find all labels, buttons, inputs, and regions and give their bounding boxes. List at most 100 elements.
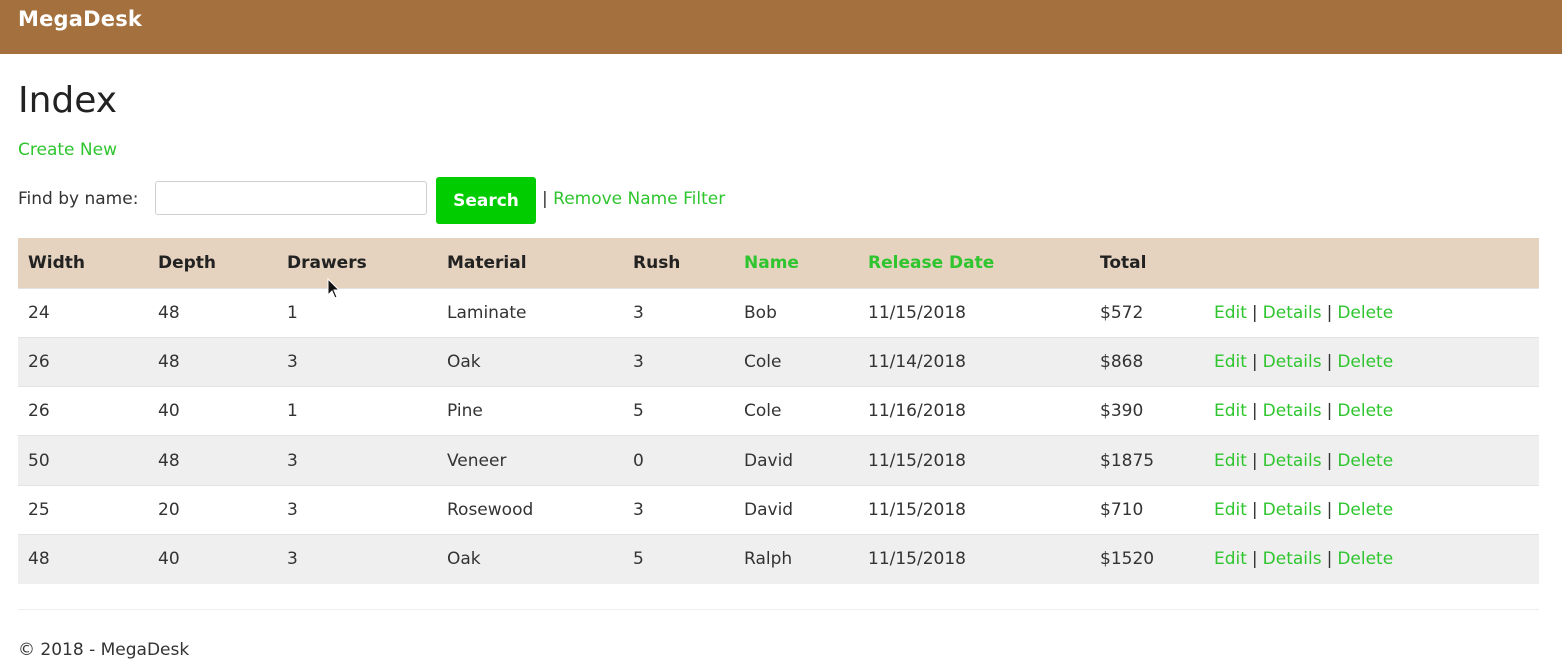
- search-button[interactable]: Search: [436, 177, 536, 224]
- cell-width: 26: [28, 401, 50, 422]
- action-separator: |: [1326, 302, 1333, 323]
- row-actions: Edit | Details | Delete: [1204, 485, 1539, 534]
- action-separator: |: [1326, 401, 1333, 422]
- column-header-name[interactable]: Name: [734, 238, 858, 288]
- cell-depth: 40: [158, 549, 180, 570]
- cell-release-date: 11/14/2018: [868, 351, 966, 372]
- column-header-release-date[interactable]: Release Date: [858, 238, 1090, 288]
- cell-name: Bob: [744, 302, 777, 323]
- action-separator: |: [1326, 450, 1333, 471]
- page-title: Index: [18, 80, 118, 121]
- action-separator: |: [1251, 450, 1258, 471]
- cell-depth: 40: [158, 401, 180, 422]
- row-actions: Edit | Details | Delete: [1204, 436, 1539, 485]
- row-actions: Edit | Details | Delete: [1204, 387, 1539, 436]
- delete-link[interactable]: Delete: [1337, 549, 1393, 569]
- edit-link[interactable]: Edit: [1214, 549, 1247, 569]
- cell-rush: 5: [633, 401, 644, 422]
- cell-depth: 20: [158, 499, 180, 520]
- cell-total: $1875: [1100, 450, 1155, 471]
- cell-width: 48: [28, 549, 50, 570]
- brand-link[interactable]: MegaDesk: [18, 7, 142, 31]
- column-header-actions: [1204, 238, 1539, 288]
- details-link[interactable]: Details: [1263, 401, 1322, 421]
- edit-link[interactable]: Edit: [1214, 303, 1247, 323]
- action-separator: |: [1251, 499, 1258, 520]
- column-header-width: Width: [28, 252, 85, 273]
- footer-text: © 2018 - MegaDesk: [18, 640, 190, 660]
- details-link[interactable]: Details: [1263, 352, 1322, 372]
- table-row: 25 20 3 Rosewood 3 David 11/15/2018 $710 Edit | De…: [18, 485, 1539, 534]
- cell-total: $390: [1100, 401, 1144, 422]
- cell-drawers: 3: [287, 450, 298, 471]
- action-separator: |: [1251, 549, 1258, 570]
- cell-rush: 3: [633, 499, 644, 520]
- cell-material: Pine: [447, 401, 483, 422]
- table-row: 50 48 3 Veneer 0 David 11/15/2018 $1875 Edit | Det…: [18, 435, 1539, 486]
- cell-name: Cole: [744, 401, 782, 422]
- cell-rush: 0: [633, 450, 644, 471]
- cell-drawers: 3: [287, 351, 298, 372]
- cell-release-date: 11/15/2018: [868, 499, 966, 520]
- cell-total: $868: [1100, 351, 1144, 372]
- remove-filter-group: | Remove Name Filter: [542, 189, 725, 209]
- delete-link[interactable]: Delete: [1337, 303, 1393, 323]
- search-name-input[interactable]: [155, 181, 427, 215]
- cell-depth: 48: [158, 450, 180, 471]
- cell-depth: 48: [158, 351, 180, 372]
- action-separator: |: [1251, 351, 1258, 372]
- cell-name: David: [744, 450, 794, 471]
- cell-release-date: 11/15/2018: [868, 549, 966, 570]
- details-link[interactable]: Details: [1263, 303, 1322, 323]
- cell-material: Veneer: [447, 450, 507, 471]
- details-link[interactable]: Details: [1263, 451, 1322, 471]
- cell-drawers: 3: [287, 499, 298, 520]
- edit-link[interactable]: Edit: [1214, 401, 1247, 421]
- edit-link[interactable]: Edit: [1214, 352, 1247, 372]
- cell-total: $710: [1100, 499, 1144, 520]
- mouse-cursor-icon: [327, 278, 341, 299]
- filter-separator: |: [542, 189, 548, 209]
- desks-table-container: Width Depth Drawers Material Rush Name Release…: [18, 238, 1539, 584]
- column-header-total: Total: [1100, 252, 1147, 273]
- cell-rush: 3: [633, 351, 644, 372]
- delete-link[interactable]: Delete: [1337, 401, 1393, 421]
- row-actions: Edit | Details | Delete: [1204, 337, 1539, 386]
- column-header-material: Material: [447, 252, 527, 273]
- column-header-rush: Rush: [633, 252, 681, 273]
- cell-width: 25: [28, 499, 50, 520]
- details-link[interactable]: Details: [1263, 549, 1322, 569]
- row-actions: Edit | Details | Delete: [1204, 534, 1539, 583]
- cell-width: 24: [28, 302, 50, 323]
- edit-link[interactable]: Edit: [1214, 451, 1247, 471]
- cell-material: Rosewood: [447, 499, 534, 520]
- cell-name: Cole: [744, 351, 782, 372]
- create-new-link[interactable]: Create New: [18, 140, 117, 160]
- details-link[interactable]: Details: [1263, 500, 1322, 520]
- cell-total: $572: [1100, 302, 1144, 323]
- edit-link[interactable]: Edit: [1214, 500, 1247, 520]
- delete-link[interactable]: Delete: [1337, 500, 1393, 520]
- cell-rush: 5: [633, 549, 644, 570]
- row-actions: Edit | Details | Delete: [1204, 288, 1539, 337]
- cell-name: David: [744, 499, 794, 520]
- cell-total: $1520: [1100, 549, 1155, 570]
- remove-name-filter-link[interactable]: Remove Name Filter: [553, 189, 725, 209]
- column-header-depth: Depth: [158, 252, 217, 273]
- delete-link[interactable]: Delete: [1337, 451, 1393, 471]
- cell-material: Laminate: [447, 302, 527, 323]
- navbar: MegaDesk: [0, 0, 1562, 54]
- table-header-row: Width Depth Drawers Material Rush Name Release…: [18, 238, 1539, 288]
- footer-divider: [18, 609, 1539, 610]
- delete-link[interactable]: Delete: [1337, 352, 1393, 372]
- table-body: 24 48 1 Laminate 3 Bob 11/15/2018 $572 Edit | Deta…: [18, 288, 1539, 584]
- desks-table: Width Depth Drawers Material Rush Name Release…: [18, 238, 1539, 584]
- table-row: 24 48 1 Laminate 3 Bob 11/15/2018 $572 Edit | Deta…: [18, 288, 1539, 337]
- cell-width: 50: [28, 450, 50, 471]
- action-separator: |: [1326, 499, 1333, 520]
- cell-drawers: 1: [287, 302, 298, 323]
- action-separator: |: [1251, 302, 1258, 323]
- action-separator: |: [1251, 401, 1258, 422]
- cell-rush: 3: [633, 302, 644, 323]
- table-row: 26 48 3 Oak 3 Cole 11/14/2018 $868 Edit | Details |…: [18, 337, 1539, 387]
